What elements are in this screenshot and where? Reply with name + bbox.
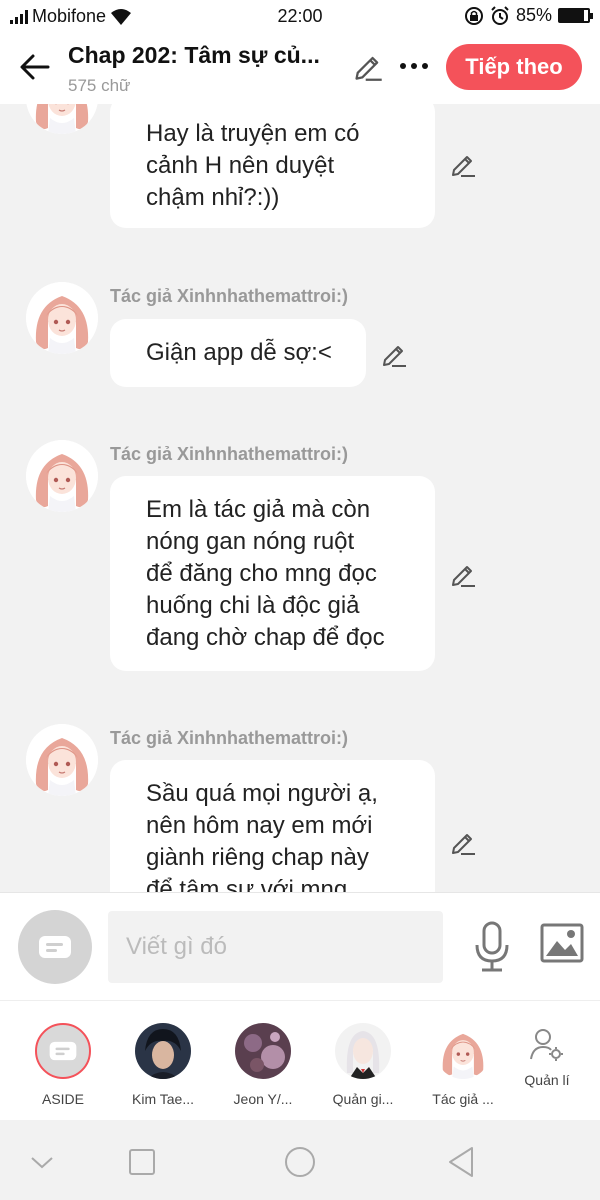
edit-message-icon[interactable] — [449, 560, 477, 588]
message-bubble[interactable]: Em là tác giả mà còn nóng gan nóng ruột … — [110, 476, 435, 671]
message-line: cảnh H nên duyệt — [146, 152, 335, 179]
edit-message-icon[interactable] — [449, 150, 477, 178]
character-item[interactable]: Jeon Y/... — [213, 1023, 313, 1107]
avatar — [335, 1023, 391, 1079]
message-line: Em là tác giả mà còn — [146, 496, 371, 523]
avatar — [435, 1023, 491, 1079]
character-aside[interactable]: ASIDE — [13, 1023, 113, 1107]
avatar — [235, 1023, 291, 1079]
character-item[interactable]: Kim Tae... — [113, 1023, 213, 1107]
more-options-icon[interactable] — [398, 56, 430, 76]
chapter-header: Chap 202: Tâm sự củ... 575 chữ Tiếp theo — [0, 32, 600, 104]
alarm-icon — [491, 5, 509, 25]
recent-apps-icon[interactable] — [122, 1144, 162, 1180]
clock: 22:00 — [277, 6, 323, 26]
aside-icon — [35, 1023, 91, 1079]
character-label: ASIDE — [41, 1091, 84, 1107]
author-avatar[interactable] — [26, 282, 98, 354]
chat-bubble-icon — [37, 932, 73, 962]
author-avatar[interactable] — [26, 104, 98, 134]
character-label: Tác giả ... — [432, 1091, 494, 1107]
author-name: Tác giả Xinhnhathemattroi:) — [110, 444, 349, 464]
chevron-down-icon[interactable] — [22, 1144, 62, 1180]
rotation-lock-icon — [464, 6, 483, 25]
microphone-icon[interactable] — [472, 921, 512, 973]
character-label: Quản gi... — [332, 1091, 394, 1107]
message-line: đang chờ chap để đọc — [146, 624, 385, 651]
character-label: Kim Tae... — [132, 1091, 194, 1107]
message-line: để tâm sự với mng — [146, 876, 348, 892]
chapter-title: Chap 202: Tâm sự củ... — [68, 42, 320, 68]
aside-toggle-button[interactable] — [18, 910, 92, 984]
message-line: giành riêng chap này — [146, 844, 369, 871]
image-icon[interactable] — [540, 923, 584, 963]
avatar — [135, 1023, 191, 1079]
message-line: Giận app dễ sợ:< — [146, 339, 332, 366]
message-bubble[interactable]: Giận app dễ sợ:< — [110, 319, 366, 387]
home-icon[interactable] — [280, 1144, 320, 1180]
author-name: Tác giả Xinhnhathemattroi:) — [110, 728, 349, 748]
message-line: Hay là truyện em có — [146, 120, 360, 147]
author-avatar[interactable] — [26, 440, 98, 512]
character-bar: ASIDE Kim Tae... Jeon Y/... Quản gi... T… — [0, 1000, 600, 1120]
edit-message-icon[interactable] — [380, 340, 408, 368]
next-chapter-button[interactable]: Tiếp theo — [446, 44, 582, 90]
word-count: 575 chữ — [68, 76, 131, 95]
system-nav-bar — [0, 1120, 600, 1200]
message-line: chậm nhỉ?:)) — [146, 184, 280, 211]
composer-bar — [0, 892, 600, 1000]
character-label: Jeon Y/... — [233, 1091, 293, 1107]
edit-message-icon[interactable] — [449, 828, 477, 856]
manage-label: Quản lí — [524, 1072, 570, 1088]
manage-characters-button[interactable]: Quản lí — [497, 1027, 597, 1088]
message-line: để đăng cho mng đọc — [146, 560, 377, 587]
message-line: huống chi là độc giả — [146, 592, 360, 619]
edit-pencil-icon[interactable] — [352, 50, 384, 82]
manage-user-icon — [530, 1029, 563, 1061]
character-item[interactable]: Quản gi... — [313, 1023, 413, 1107]
status-bar: Mobifone 22:00 85% — [0, 0, 600, 32]
message-line: Sầu quá mọi người ạ, — [146, 780, 378, 807]
back-triangle-icon[interactable] — [440, 1144, 480, 1180]
message-line: nóng gan nóng ruột — [146, 528, 355, 555]
battery-icon — [558, 8, 593, 23]
message-bubble[interactable]: Sầu quá mọi người ạ, nên hôm nay em mới … — [110, 760, 435, 892]
chat-area[interactable]: Hay là truyện em có cảnh H nên duyệt chậ… — [0, 104, 600, 892]
battery-percent: 85% — [515, 5, 552, 25]
message-line: nên hôm nay em mới — [146, 812, 373, 839]
message-bubble[interactable]: Hay là truyện em có cảnh H nên duyệt chậ… — [110, 104, 435, 228]
message-input[interactable] — [108, 911, 443, 983]
back-arrow-icon[interactable] — [18, 50, 52, 84]
author-name: Tác giả Xinhnhathemattroi:) — [110, 286, 349, 306]
author-avatar[interactable] — [26, 724, 98, 796]
